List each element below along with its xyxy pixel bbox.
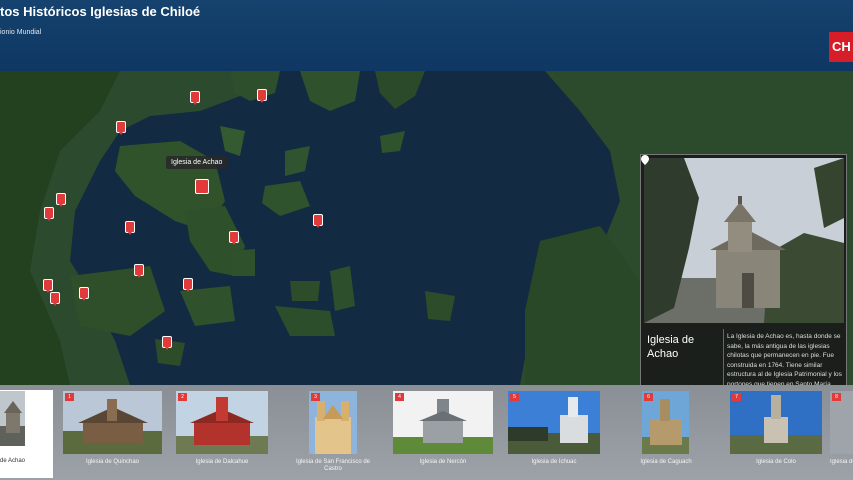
church-description: La Iglesia de Achao es, hasta donde se s… [727, 333, 842, 385]
thumbnail-number: 1 [65, 393, 74, 401]
thumbnail-image [508, 391, 600, 454]
thumbnail-caption: Iglesia de Ichuac [531, 459, 577, 465]
thumbnail-caption: Iglesia de Aldachildo [830, 459, 853, 465]
thumbnail-caption: Iglesia de Colo [756, 459, 796, 465]
brand-logo[interactable]: CH [829, 32, 853, 62]
thumbnail-caption: Iglesia de Nercón [419, 459, 467, 465]
thumbnail-image [730, 391, 822, 454]
map-marker[interactable] [44, 207, 54, 221]
map-marker[interactable] [183, 278, 193, 292]
satellite-map[interactable]: Iglesia de Achao Iglesia de Achao La Igl… [0, 71, 853, 385]
map-marker[interactable] [56, 193, 66, 207]
map-marker[interactable] [125, 221, 135, 235]
page-title: tos Históricos Iglesias de Chiloé [0, 4, 201, 19]
map-marker[interactable] [190, 91, 200, 105]
map-marker[interactable] [257, 89, 267, 103]
thumbnail-number: 4 [395, 393, 404, 401]
thumbnail-caption: Iglesia de Caguach [640, 459, 692, 465]
map-marker[interactable] [50, 292, 60, 306]
thumbnail-caption: Iglesia de Quinchao [85, 459, 140, 465]
map-marker[interactable] [79, 287, 89, 301]
thumbnail-number: 6 [644, 393, 653, 401]
page-subtitle: ionio Mundial [0, 29, 42, 36]
thumbnail-caption: de Achao [0, 458, 26, 464]
thumbnail-image [393, 391, 493, 454]
map-marker[interactable] [116, 121, 126, 135]
thumbnail-image [176, 391, 268, 454]
info-panel: Iglesia de Achao La Iglesia de Achao es,… [640, 154, 847, 385]
location-pin-icon [641, 155, 649, 165]
map-marker-selected[interactable] [195, 179, 209, 194]
thumbnail-caption: Iglesia de Dalcahue [195, 459, 249, 465]
thumbnail-number: 7 [732, 393, 741, 401]
thumbnail-active[interactable]: de Achao [0, 390, 53, 478]
header: tos Históricos Iglesias de Chiloé ionio … [0, 0, 853, 71]
map-marker[interactable] [43, 279, 53, 293]
thumbnail-number: 5 [510, 393, 519, 401]
thumbnail-caption: Iglesia de San Francisco de Castro [295, 459, 371, 472]
app-root: tos Históricos Iglesias de Chiloé ionio … [0, 0, 853, 480]
map-marker[interactable] [229, 231, 239, 245]
thumbnail-number: 8 [832, 393, 841, 401]
church-photo [644, 158, 844, 323]
thumbnail-number: 2 [178, 393, 187, 401]
map-marker[interactable] [162, 336, 172, 350]
church-name: Iglesia de Achao [647, 334, 695, 360]
thumbnail-number: 3 [311, 393, 320, 401]
thumbnail-image [0, 391, 25, 446]
map-marker[interactable] [313, 214, 323, 228]
marker-tooltip: Iglesia de Achao [166, 156, 228, 169]
map-marker[interactable] [134, 264, 144, 278]
thumbnail-image [63, 391, 162, 454]
